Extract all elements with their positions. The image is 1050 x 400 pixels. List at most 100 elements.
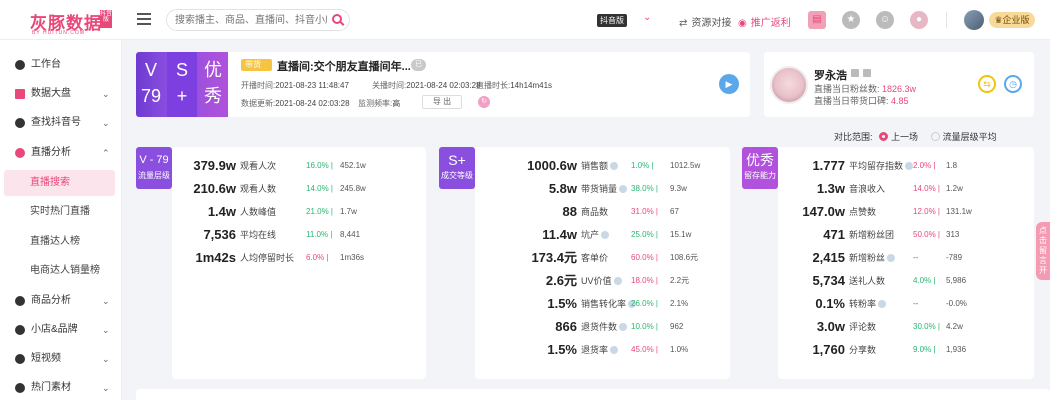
stat-row: 210.6w 观看人数 14.0% | 245.8w [172, 179, 426, 199]
monitor-freq-value: 高 [392, 99, 401, 108]
stat-value: 1.3w [816, 181, 845, 196]
stat-row: 11.4w 坑产 25.0% | 15.1w [475, 225, 730, 245]
sidebar-item-label: 查找抖音号 [31, 117, 81, 128]
live-info-card: V 79 S + 优 秀 带货 直播间:交个朋友直播间年... 已结束 开播时间… [136, 52, 750, 117]
anchor-avatar[interactable] [770, 66, 808, 104]
resource-link[interactable]: ⇄ 资源对接 [679, 14, 731, 29]
grade-char: V [144, 60, 157, 80]
start-time-value: 2021-08-23 11:48:47 [275, 81, 349, 90]
stat-change-value: -- [913, 253, 919, 262]
arrow-down-icon: | [653, 207, 658, 216]
help-icon[interactable] [613, 277, 622, 285]
sidebar-item-short-video[interactable]: 短视频 ⌄ [0, 345, 122, 373]
stat-change: 26.0% | [631, 294, 658, 314]
refresh-icon[interactable]: ↻ [478, 96, 490, 108]
help-icon[interactable] [878, 300, 887, 308]
stat-label-text: 退货件数 [581, 322, 618, 332]
anchor-card: 罗永浩 直播当日粉丝数: 1826.3w 直播当日带货口碑: 4.85 ⇆ ◷ [764, 52, 1034, 117]
stat-label-text: 退货率 [581, 345, 609, 355]
export-button[interactable]: 导 出 [422, 95, 462, 109]
radio-level-average[interactable] [930, 132, 940, 141]
stat-change-value: 2.0% [913, 161, 932, 170]
live-title[interactable]: 直播间:交个朋友直播间年... [277, 58, 411, 74]
arrow-up-icon: | [935, 322, 940, 331]
hot-icon [15, 383, 25, 393]
stat-label-text: 转粉率 [849, 299, 877, 309]
stat-change-value: 4.0% [913, 276, 932, 285]
menu-toggle-icon[interactable] [137, 13, 151, 25]
help-icon[interactable] [619, 323, 628, 331]
stat-label-text: 观看人数 [240, 184, 277, 194]
sidebar-item-shop[interactable]: 小店&品牌 ⌄ [0, 316, 122, 344]
help-icon[interactable] [619, 185, 628, 193]
promo-link[interactable]: ◉ 推广返利 [738, 14, 791, 29]
sidebar-subitem-sales-rank[interactable]: 电商达人销量榜 [0, 258, 122, 284]
stat-value: 210.6w [193, 181, 236, 196]
sidebar-item-dashboard[interactable]: 数据大盘 ⌄ [0, 80, 122, 108]
stat-compare-value: 1,936 [946, 345, 967, 354]
stat-label: 销售额 [581, 156, 619, 176]
notification-icon[interactable]: ● [910, 11, 928, 29]
stat-label: 商品数 [581, 202, 608, 222]
app-icon[interactable]: ▤ [808, 11, 826, 29]
stat-label-text: 点赞数 [849, 207, 877, 217]
retention-grade: 优 秀 [198, 52, 228, 117]
platform-tag: 抖音版 [597, 14, 627, 27]
history-icon[interactable]: ◷ [1004, 75, 1022, 93]
sidebar-item-live-analysis[interactable]: 直播分析 ⌃ [0, 139, 122, 167]
stat-change: 4.0% | [913, 271, 936, 291]
radio-last-session[interactable] [879, 132, 889, 141]
start-time: 开播时间:2021-08-23 11:48:47 [241, 80, 349, 91]
main-content: V 79 S + 优 秀 带货 直播间:交个朋友直播间年... 已结束 开播时间… [122, 40, 1050, 400]
sidebar-item-goods[interactable]: 商品分析 ⌄ [0, 287, 122, 315]
sidebar-item-hot-material[interactable]: 热门素材 ⌄ [0, 374, 122, 400]
help-icon[interactable] [610, 346, 619, 354]
duration: 直播时长:14h14m41s [476, 80, 552, 91]
search-box[interactable] [166, 9, 350, 31]
feedback-tab[interactable]: 点击留言开 [1036, 222, 1050, 280]
sidebar-item-find-account[interactable]: 查找抖音号 ⌄ [0, 109, 122, 137]
stat-label: 客单价 [581, 248, 608, 268]
star-icon[interactable]: ★ [842, 11, 860, 29]
stat-row: 7,536 平均在线 11.0% | 8,441 [172, 225, 426, 245]
arrow-up-icon: | [931, 345, 936, 354]
stat-change-value: 10.0% [631, 322, 654, 331]
stat-change: 11.0% | [306, 225, 332, 245]
sidebar-subitem-live-rank[interactable]: 直播达人榜 [0, 229, 122, 255]
stat-compare-value: 108.6元 [670, 253, 699, 262]
stat-row: 2,415 新增粉丝 -- -789 [778, 248, 1034, 268]
help-icon[interactable] [905, 162, 914, 170]
video-play-icon[interactable]: ▶ [719, 74, 739, 94]
stat-change-value: 30.0% [913, 322, 936, 331]
help-icon[interactable] [887, 254, 896, 262]
search-input[interactable] [167, 10, 327, 30]
anchor-name[interactable]: 罗永浩 [814, 67, 847, 83]
platform-select[interactable]: 抖音版 ⌄ [597, 12, 659, 28]
service-icon[interactable]: ☺ [876, 11, 894, 29]
logo[interactable]: 灰豚数据 BY HUITUN.COM 抖音版 [10, 8, 114, 36]
stat-value: 379.9w [193, 158, 236, 173]
help-icon[interactable] [610, 162, 619, 170]
compare-icon[interactable]: ⇆ [978, 75, 996, 93]
enterprise-badge[interactable]: ♛企业版 [989, 12, 1035, 28]
stat-compare-value: 313 [946, 230, 960, 239]
sidebar-item-workbench[interactable]: 工作台 [0, 51, 122, 79]
stat-label: 音浪收入 [849, 179, 885, 199]
stat-compare-value: 2.2元 [670, 276, 690, 285]
stat-compare-value: 1012.5w [670, 161, 701, 170]
sidebar-subitem-hot-live[interactable]: 实时热门直播 [0, 199, 122, 225]
stat-change: 2.0% | [913, 156, 936, 176]
grade-char: 优 [204, 60, 222, 80]
compare-label: 对比范围: [834, 132, 873, 142]
search-icon[interactable] [332, 14, 342, 24]
stat-change-value: 26.0% [631, 299, 654, 308]
profile-icon [863, 69, 871, 77]
traffic-panel: 379.9w 观看人次 16.0% | 452.1w 210.6w 观看人数 14.0% |… [172, 147, 426, 379]
stat-change: 14.0% | [306, 179, 333, 199]
user-avatar[interactable] [964, 10, 984, 30]
sidebar-subitem-live-search[interactable]: 直播搜索 [4, 170, 115, 196]
stat-label-text: 新增粉丝 [849, 253, 886, 263]
help-icon[interactable] [601, 231, 610, 239]
arrow-up-icon: | [328, 184, 333, 193]
stat-compare-value: 1.7w [340, 207, 357, 216]
